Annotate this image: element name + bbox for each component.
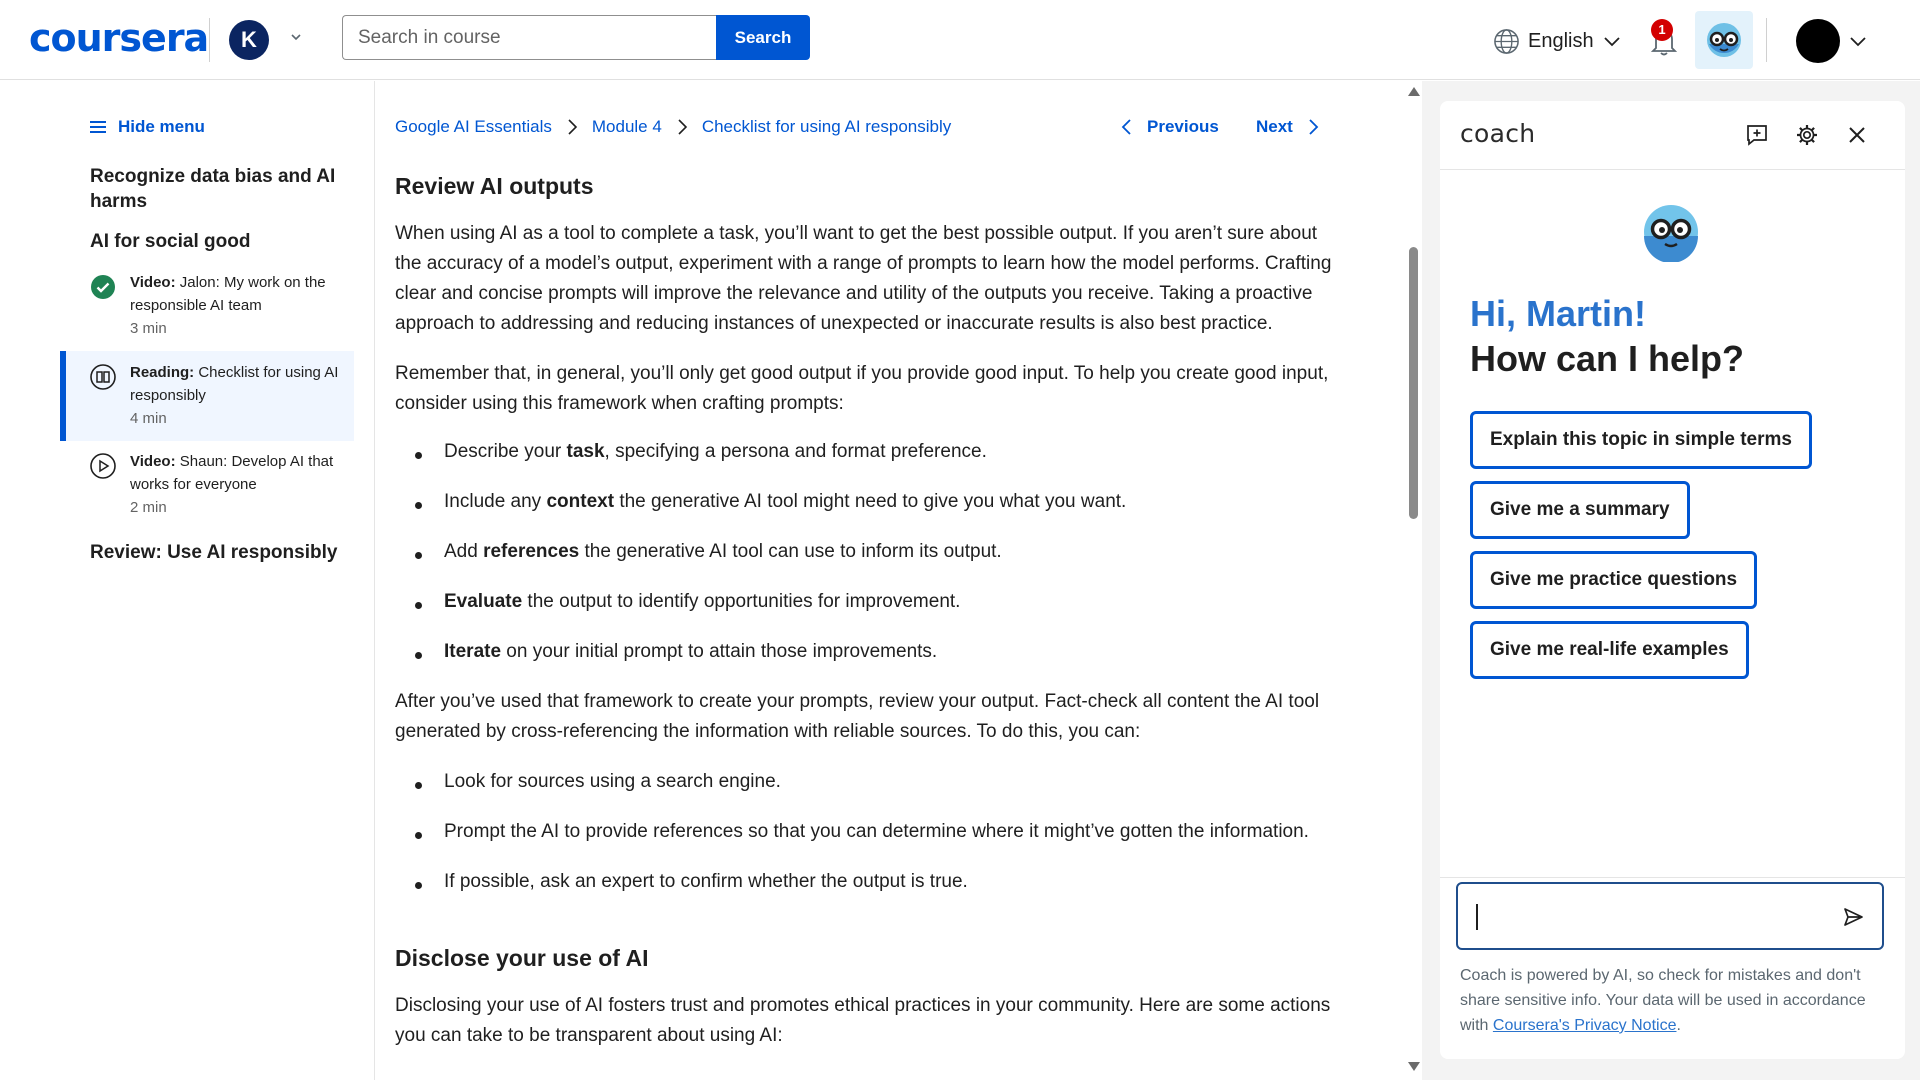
notification-badge: 1 [1651, 19, 1673, 41]
user-menu-chevron-icon[interactable] [1848, 31, 1868, 51]
section-title-data-bias[interactable]: Recognize data bias and AI harms [90, 164, 340, 214]
coach-greeting: Hi, Martin! [1470, 293, 1646, 334]
list-item: Iterate on your initial prompt to attain… [444, 641, 938, 662]
suggestion-summary-button[interactable]: Give me a summary [1470, 481, 1690, 539]
lesson-item-shaun[interactable]: Video: Shaun: Develop AI that works for … [60, 450, 354, 530]
previous-label: Previous [1147, 117, 1219, 136]
play-circle-icon [90, 453, 116, 479]
search-input[interactable] [342, 15, 717, 60]
breadcrumb-item[interactable]: Checklist for using AI responsibly [702, 117, 951, 137]
user-avatar[interactable] [1796, 19, 1840, 63]
send-icon[interactable] [1842, 906, 1864, 928]
new-chat-icon[interactable] [1745, 123, 1769, 147]
top-header: coursera K Search English 1 [0, 0, 1920, 80]
paragraph: Remember that, in general, you’ll only g… [395, 363, 1329, 414]
paragraph: When using AI as a tool to complete a ta… [395, 223, 1332, 334]
text-caret [1476, 904, 1478, 930]
bullet [415, 552, 422, 559]
account-switcher-avatar[interactable]: K [229, 20, 269, 60]
header-divider [1766, 18, 1767, 62]
reading-icon [90, 364, 116, 390]
lesson-type: Video: [130, 453, 176, 470]
coach-toggle-button[interactable] [1695, 11, 1753, 69]
bullet [415, 652, 422, 659]
lesson-type: Reading: [130, 364, 195, 381]
language-selector[interactable]: English [1493, 26, 1622, 56]
language-label: English [1528, 29, 1594, 52]
bullet [415, 452, 422, 459]
article-body: Review AI outputs When using AI as a too… [395, 171, 1345, 1071]
list-item: Add references the generative AI tool ca… [444, 541, 1002, 562]
coach-question: How can I help? [1470, 338, 1745, 379]
bullet [415, 882, 422, 889]
scroll-up-arrow-icon[interactable] [1408, 87, 1420, 96]
header-divider [209, 18, 210, 62]
breadcrumb-course[interactable]: Google AI Essentials [395, 117, 552, 137]
heading-review-ai-outputs: Review AI outputs [395, 173, 594, 199]
list-item: Look for sources using a search engine. [444, 771, 781, 792]
reading-content: Google AI Essentials Module 4 Checklist … [376, 81, 1408, 1080]
scrollbar-thumb[interactable] [1409, 247, 1418, 519]
next-button[interactable]: Next [1256, 117, 1319, 137]
coach-mascot-icon [1707, 23, 1741, 57]
list-item: Evaluate the output to identify opportun… [444, 591, 961, 612]
list-item: Describe your task, specifying a persona… [444, 441, 987, 462]
breadcrumb: Google AI Essentials Module 4 Checklist … [395, 117, 951, 137]
heading-disclose-ai: Disclose your use of AI [395, 945, 649, 971]
chevron-right-icon [678, 119, 687, 135]
lesson-item-checklist[interactable]: Reading: Checklist for using AI responsi… [60, 351, 354, 441]
privacy-notice-link[interactable]: Coursera's Privacy Notice [1493, 1017, 1677, 1034]
chevron-down-icon [1603, 37, 1620, 47]
checkmark-circle-icon [91, 275, 115, 299]
gear-icon[interactable] [1795, 123, 1819, 147]
section-title-review[interactable]: Review: Use AI responsibly [90, 540, 370, 565]
menu-icon [90, 118, 106, 136]
section-title-social-good[interactable]: AI for social good [90, 229, 340, 254]
chevron-right-icon [568, 119, 578, 135]
suggestion-examples-button[interactable]: Give me real-life examples [1470, 621, 1749, 679]
previous-button[interactable]: Previous [1121, 117, 1219, 137]
coach-panel-container: coach Hi, Martin! How can I help? Explai… [1422, 81, 1920, 1080]
breadcrumb-module[interactable]: Module 4 [592, 117, 662, 137]
coach-message-input[interactable] [1456, 882, 1884, 950]
coach-header: coach [1440, 101, 1905, 170]
globe-icon [1494, 28, 1519, 54]
next-label: Next [1256, 117, 1293, 136]
suggestion-explain-button[interactable]: Explain this topic in simple terms [1470, 411, 1812, 469]
suggestion-practice-button[interactable]: Give me practice questions [1470, 551, 1758, 609]
close-icon[interactable] [1845, 123, 1869, 147]
account-switcher-chevron-icon[interactable] [285, 29, 307, 51]
bullet [415, 502, 422, 509]
coach-disclaimer: Coach is powered by AI, so check for mis… [1460, 967, 1866, 1034]
lesson-duration: 2 min [130, 499, 167, 516]
coursera-logo[interactable]: coursera [29, 16, 209, 60]
chevron-left-icon [1121, 119, 1131, 135]
bullet [415, 832, 422, 839]
chat-divider [1440, 877, 1905, 878]
hide-menu-label: Hide menu [118, 117, 205, 136]
search-button[interactable]: Search [716, 15, 810, 60]
chevron-right-icon [1309, 119, 1319, 135]
list-item: If possible, ask an expert to confirm wh… [444, 871, 968, 892]
content-scrollbar[interactable] [1405, 81, 1421, 1080]
bullet [415, 602, 422, 609]
prompt-framework-list: Describe your task, specifying a persona… [395, 437, 1345, 687]
list-item: Include any context the generative AI to… [444, 491, 1127, 512]
lesson-duration: 3 min [130, 320, 167, 337]
coach-mascot-icon [1644, 205, 1698, 262]
course-outline-sidebar: Hide menu Recognize data bias and AI har… [0, 81, 375, 1080]
paragraph: Disclosing your use of AI fosters trust … [395, 995, 1331, 1046]
scroll-down-arrow-icon[interactable] [1408, 1062, 1420, 1071]
coach-panel: coach Hi, Martin! How can I help? Explai… [1440, 101, 1905, 1059]
hide-menu-button[interactable]: Hide menu [90, 117, 205, 137]
lesson-item-jalon[interactable]: Video: Jalon: My work on the responsible… [60, 271, 354, 351]
list-item: Prompt the AI to provide references so t… [444, 821, 1309, 842]
bullet [415, 782, 422, 789]
coach-title: coach [1460, 119, 1536, 148]
lesson-type: Video: [130, 274, 176, 291]
paragraph: After you’ve used that framework to crea… [395, 691, 1320, 742]
lesson-duration: 4 min [130, 410, 167, 427]
fact-check-list: Look for sources using a search engine. … [395, 767, 1345, 917]
